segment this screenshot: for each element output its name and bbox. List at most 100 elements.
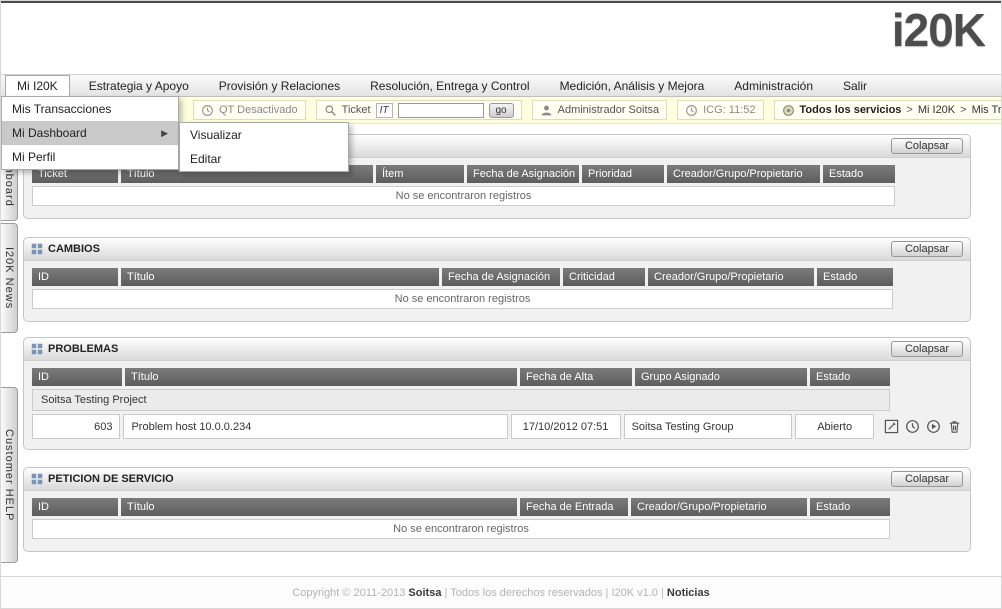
cell-estado: Abierto	[795, 414, 874, 439]
menu-mi-i20k[interactable]: Mi I20K	[5, 75, 70, 96]
breadcrumb-separator: >	[960, 104, 967, 116]
qt-toggle[interactable]: QT Desactivado	[193, 100, 306, 120]
breadcrumb: Todos los servicios > Mi I20K > Mis Tran…	[773, 100, 1001, 120]
menu-item-mi-dashboard[interactable]: Mi Dashboard ▶	[2, 121, 178, 145]
collapse-button[interactable]: Colapsar	[890, 241, 963, 257]
mi-i20k-dropdown-menu: Mis Transacciones Mi Dashboard ▶ Mi Perf…	[1, 96, 179, 170]
main-menubar: Mi I20K Estrategia y Apoyo Provisión y R…	[1, 74, 1001, 97]
play-icon[interactable]	[926, 419, 941, 434]
submenu-arrow-icon: ▶	[161, 127, 168, 138]
side-tab-i20k-news[interactable]: I20K News	[1, 223, 18, 333]
footer-copyright: Copyright © 2011-2013	[292, 587, 409, 599]
grid-icon	[31, 243, 43, 255]
breadcrumb-root[interactable]: Todos los servicios	[800, 104, 902, 116]
column-header-estado[interactable]: Estado	[823, 165, 895, 183]
column-header-creador[interactable]: Creador/Grupo/Propietario	[648, 268, 814, 286]
collapse-button[interactable]: Colapsar	[890, 471, 963, 487]
services-icon	[782, 104, 795, 117]
section-title: PROBLEMAS	[48, 343, 119, 355]
ticket-label: Ticket	[341, 104, 371, 116]
menu-item-mi-perfil[interactable]: Mi Perfil	[2, 145, 178, 169]
column-header-creador[interactable]: Creador/Grupo/Propietario	[667, 165, 820, 183]
section-problemas-body: ID Título Fecha de Alta Grupo Asignado E…	[24, 361, 970, 446]
column-header-estado[interactable]: Estado	[817, 268, 893, 286]
section-cambios: CAMBIOS Colapsar ID Título Fecha de Asig…	[23, 237, 971, 322]
page-header: i20K	[1, 3, 1001, 63]
menu-salir[interactable]: Salir	[832, 75, 878, 96]
footer-separator: |	[657, 587, 667, 599]
mi-dashboard-submenu: Visualizar Editar	[179, 122, 349, 172]
cell-titulo: Problem host 10.0.0.234	[123, 414, 508, 439]
collapse-button[interactable]: Colapsar	[890, 341, 963, 357]
section-peticion-body: ID Título Fecha de Entrada Creador/Grupo…	[24, 491, 970, 546]
footer-brand: Soitsa	[408, 587, 442, 599]
column-header-id[interactable]: ID	[32, 268, 118, 286]
icg-timer-box: ICG: 11:52	[677, 100, 764, 120]
column-header-titulo[interactable]: Título	[121, 268, 439, 286]
column-header-fecha-alta[interactable]: Fecha de Alta	[520, 368, 632, 386]
cell-fecha: 17/10/2012 07:51	[510, 414, 621, 439]
search-icon	[324, 104, 337, 117]
ticket-type-selector[interactable]: IT	[375, 102, 393, 118]
column-header-creador[interactable]: Creador/Grupo/Propietario	[631, 498, 807, 516]
column-header-estado[interactable]: Estado	[810, 368, 890, 386]
ticket-go-button[interactable]: go	[488, 102, 514, 118]
breadcrumb-level1[interactable]: Mi I20K	[918, 104, 955, 116]
section-title: CAMBIOS	[48, 243, 100, 255]
ticket-search-input[interactable]	[397, 102, 484, 118]
ticket-search-box: Ticket IT go	[315, 100, 522, 120]
column-header-fecha-asignacion[interactable]: Fecha de Asignación	[467, 165, 579, 183]
column-header-fecha-entrada[interactable]: Fecha de Entrada	[520, 498, 628, 516]
submenu-item-visualizar[interactable]: Visualizar	[180, 123, 348, 147]
column-header-estado[interactable]: Estado	[810, 498, 890, 516]
column-header-fecha-asignacion[interactable]: Fecha de Asignación	[442, 268, 560, 286]
trash-icon[interactable]	[947, 419, 962, 434]
column-header-item[interactable]: Ítem	[376, 165, 464, 183]
column-header-prioridad[interactable]: Prioridad	[582, 165, 664, 183]
history-clock-icon[interactable]	[905, 419, 920, 434]
empty-results-row: No se encontraron registros	[32, 519, 890, 539]
table-header: ID Título Fecha de Asignación Criticidad…	[32, 268, 893, 286]
menu-item-mis-transacciones[interactable]: Mis Transacciones	[2, 97, 178, 121]
side-tab-customer-help[interactable]: Customer HELP	[1, 387, 18, 563]
collapse-button[interactable]: Colapsar	[890, 138, 963, 154]
empty-results-row: No se encontraron registros	[32, 186, 895, 206]
row-actions	[884, 419, 962, 434]
menu-item-label: Mi Dashboard	[12, 126, 87, 140]
section-peticion-de-servicio: PETICION DE SERVICIO Colapsar ID Título …	[23, 467, 971, 552]
user-icon	[540, 104, 553, 117]
column-header-grupo-asignado[interactable]: Grupo Asignado	[635, 368, 807, 386]
cell-id: 603	[32, 414, 121, 439]
edit-icon[interactable]	[884, 419, 899, 434]
footer-rights: Todos los derechos reservados	[450, 587, 603, 599]
menu-medicion[interactable]: Medición, Análisis y Mejora	[549, 75, 716, 96]
menu-estrategia[interactable]: Estrategia y Apoyo	[78, 75, 200, 96]
current-user-box[interactable]: Administrador Soitsa	[531, 100, 668, 120]
submenu-item-editar[interactable]: Editar	[180, 147, 348, 171]
cell-grupo: Soitsa Testing Group	[623, 414, 793, 439]
section-cambios-header: CAMBIOS Colapsar	[24, 238, 970, 261]
current-user-label: Administrador Soitsa	[557, 104, 660, 116]
app-window: i20K Mi I20K Estrategia y Apoyo Provisió…	[0, 0, 1002, 609]
column-header-id[interactable]: ID	[32, 368, 122, 386]
column-header-titulo[interactable]: Título	[125, 368, 517, 386]
footer-noticias-link[interactable]: Noticias	[667, 587, 710, 599]
column-header-id[interactable]: ID	[32, 498, 118, 516]
menu-resolucion[interactable]: Resolución, Entrega y Control	[359, 75, 540, 96]
menu-administracion[interactable]: Administración	[723, 75, 824, 96]
qt-label: QT Desactivado	[219, 104, 298, 116]
column-header-criticidad[interactable]: Criticidad	[563, 268, 645, 286]
timer-icon	[685, 104, 698, 117]
section-cambios-body: ID Título Fecha de Asignación Criticidad…	[24, 261, 970, 316]
menu-provision[interactable]: Provisión y Relaciones	[208, 75, 351, 96]
group-row-project: Soitsa Testing Project	[32, 389, 890, 411]
grid-icon	[31, 473, 43, 485]
grid-icon	[31, 343, 43, 355]
table-header: ID Título Fecha de Entrada Creador/Grupo…	[32, 498, 890, 516]
section-title: PETICION DE SERVICIO	[48, 473, 174, 485]
section-problemas: PROBLEMAS Colapsar ID Título Fecha de Al…	[23, 337, 971, 450]
column-header-titulo[interactable]: Título	[121, 498, 517, 516]
breadcrumb-level2[interactable]: Mis Transacciones	[972, 104, 1001, 116]
table-row[interactable]: 603 Problem host 10.0.0.234 17/10/2012 0…	[32, 414, 962, 439]
breadcrumb-separator: >	[906, 104, 913, 116]
